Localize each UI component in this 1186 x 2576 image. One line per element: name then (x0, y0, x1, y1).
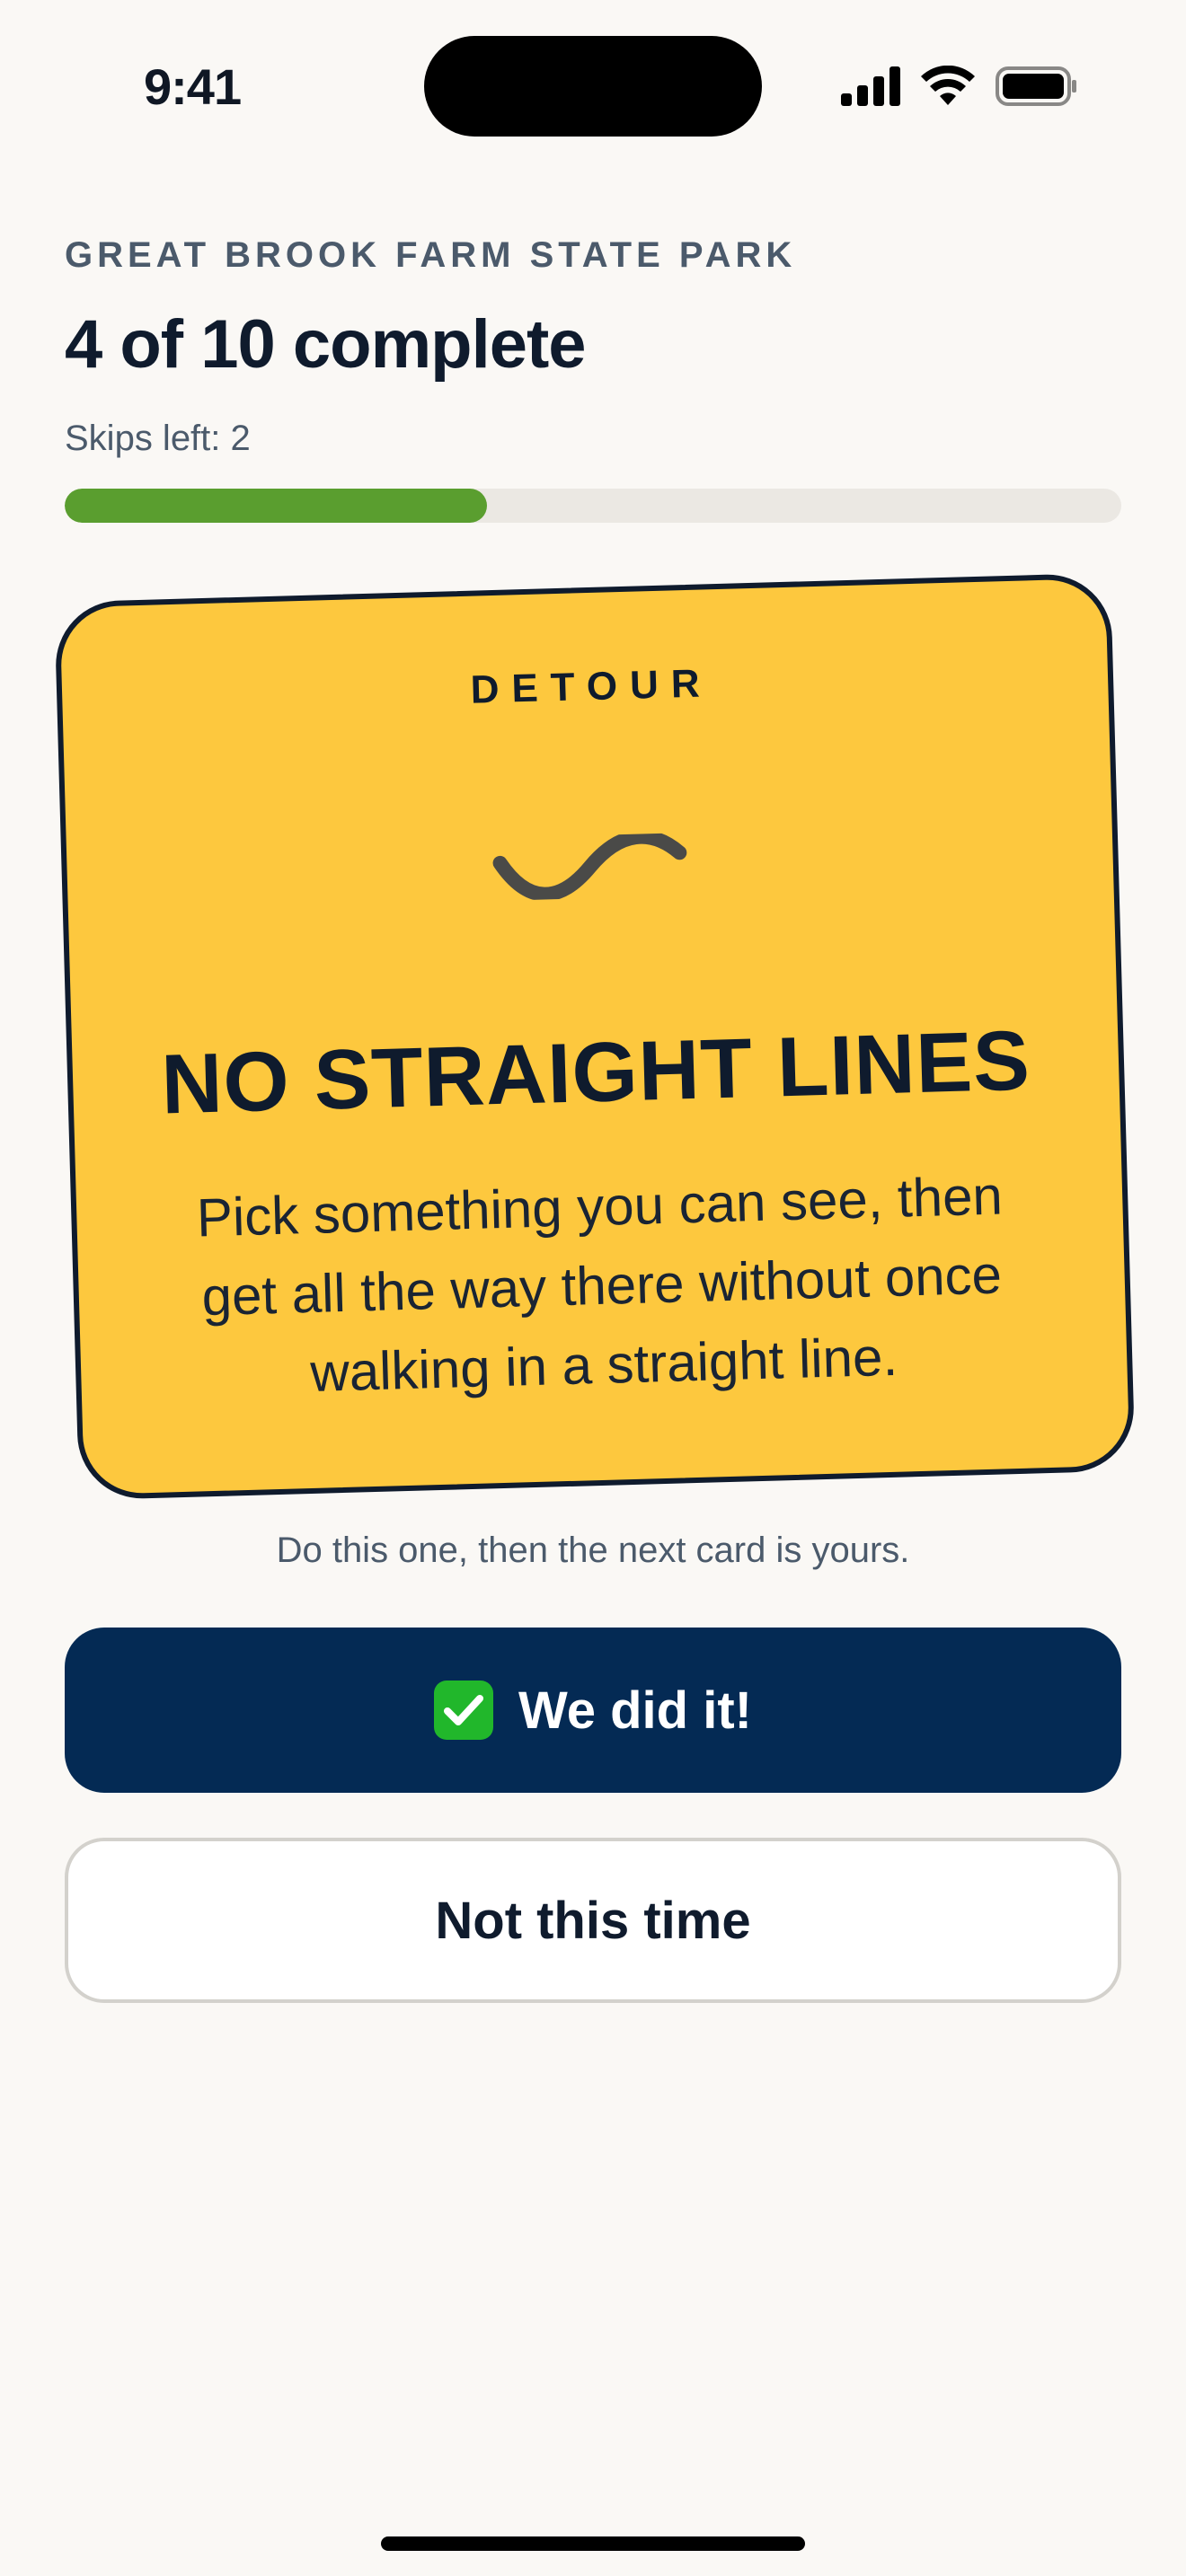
battery-icon (996, 66, 1078, 110)
wavy-line-icon (66, 821, 1114, 913)
check-mark-button-icon (434, 1681, 494, 1740)
progress-title: 4 of 10 complete (65, 306, 587, 383)
home-indicator[interactable] (381, 2536, 805, 2551)
detour-card-screen: 9:41 GREAT BROOK FARM STATE PARK 4 of 10… (0, 0, 1186, 2576)
we-did-it-button[interactable]: We did it! (65, 1628, 1121, 1793)
dynamic-island (424, 36, 762, 137)
card-description: Pick something you can see, then get all… (195, 1165, 1004, 1403)
we-did-it-label: We did it! (518, 1681, 752, 1740)
not-this-time-label: Not this time (435, 1891, 751, 1950)
challenge-card: DETOUR NO STRAIGHT LINES Pick something … (54, 572, 1136, 1501)
next-card-hint: Do this one, then the next card is yours… (276, 1531, 910, 1570)
status-icons (841, 63, 1078, 113)
not-this-time-button[interactable]: Not this time (65, 1838, 1121, 2003)
progress-bar-fill (65, 489, 488, 523)
wifi-icon (920, 65, 976, 111)
progress-bar (65, 489, 1121, 523)
skips-left-label: Skips left: 2 (65, 419, 251, 458)
cellular-signal-icon (841, 66, 900, 110)
card-title: NO STRAIGHT LINES (160, 1012, 1032, 1132)
card-category: DETOUR (469, 661, 713, 712)
status-time: 9:41 (144, 58, 242, 115)
park-name: GREAT BROOK FARM STATE PARK (65, 235, 797, 275)
